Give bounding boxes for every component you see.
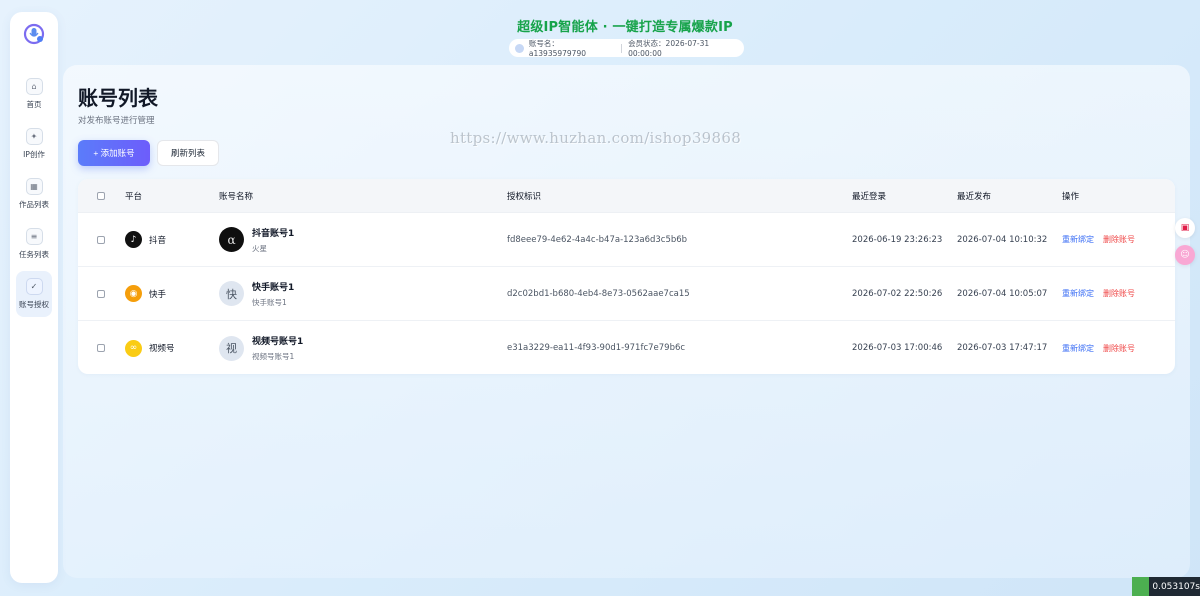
table-row: ♪ 抖音 α 抖音账号1 火星 fd8eee79-4e62-4a4c-b47a-… — [78, 213, 1175, 267]
render-timer-badge: 0.053107s — [1132, 577, 1200, 596]
last-publish: 2026-07-04 10:05:07 — [957, 288, 1048, 299]
app-title: 超级IP智能体 · 一键打造专属爆款IP — [517, 20, 733, 35]
last-login: 2026-07-02 22:50:26 — [852, 288, 943, 299]
sidebar-item-label: 作品列表 — [19, 200, 49, 209]
auth-id: e31a3229-ea11-4f93-90d1-971fc7e79b6c — [507, 343, 686, 353]
refresh-list-button[interactable]: 刷新列表 — [157, 140, 219, 166]
column-header-last-publish: 最近发布 — [957, 191, 992, 202]
accounts-table: 平台 账号名称 授权标识 最近登录 最近发布 操作 ♪ 抖音 α 抖音账号1 火… — [78, 179, 1175, 374]
account-name: 抖音账号1 — [252, 228, 295, 239]
rebind-link[interactable]: 重新绑定 — [1062, 343, 1094, 354]
column-header-auth-id: 授权标识 — [507, 191, 542, 202]
timer-logo-icon — [1132, 577, 1150, 596]
avatar: 视 — [219, 335, 244, 361]
check-icon: ✓ — [25, 278, 43, 295]
column-header-actions: 操作 — [1062, 191, 1080, 202]
avatar: 快 — [219, 281, 244, 306]
account-name: 快手账号1 — [252, 282, 295, 293]
account-name: 账号名：a13935979790 — [528, 39, 586, 58]
user-avatar-icon — [515, 43, 524, 53]
sidebar-item-label: 首页 — [26, 100, 42, 109]
delete-account-link[interactable]: 删除账号 — [1103, 234, 1135, 245]
list-icon: ≡ — [25, 228, 43, 245]
row-checkbox[interactable] — [97, 344, 105, 352]
rebind-link[interactable]: 重新绑定 — [1062, 288, 1094, 299]
column-header-platform: 平台 — [125, 191, 143, 202]
column-header-last-login: 最近登录 — [852, 191, 887, 202]
home-icon: ⌂ — [25, 78, 43, 95]
platform-name: 视频号 — [149, 344, 175, 354]
auth-id: fd8eee79-4e62-4a4c-b47a-123a6d3c5b6b — [507, 234, 688, 245]
table-row: ∞ 视频号 视 视频号账号1 视频号账号1 e31a3229-ea11-4f93… — [78, 321, 1175, 374]
grid-icon: ▦ — [25, 178, 43, 195]
sidebar-item-home[interactable]: ⌂ 首页 — [16, 71, 52, 117]
page-title: 账号列表 — [78, 86, 158, 110]
shipinhao-icon: ∞ — [125, 339, 142, 357]
sidebar-item-works[interactable]: ▦ 作品列表 — [16, 171, 52, 217]
table-row: ◉ 快手 快 快手账号1 快手账号1 d2c02bd1-b680-4eb4-8e… — [78, 267, 1175, 321]
row-checkbox[interactable] — [97, 235, 105, 244]
sidebar-item-account-auth[interactable]: ✓ 账号授权 — [16, 271, 52, 317]
render-time: 0.053107s — [1152, 581, 1200, 592]
rebind-link[interactable]: 重新绑定 — [1062, 234, 1094, 245]
kuaishou-icon: ◉ — [125, 285, 142, 302]
account-name: 视频号账号1 — [252, 337, 304, 347]
sidebar-item-label: IP创作 — [23, 150, 45, 159]
last-login: 2026-06-19 23:26:23 — [852, 234, 943, 245]
last-publish: 2026-07-03 17:47:17 — [957, 343, 1048, 353]
table-header: 平台 账号名称 授权标识 最近登录 最近发布 操作 — [78, 179, 1175, 213]
column-header-name: 账号名称 — [219, 191, 254, 202]
member-status: 会员状态：2026-07-31 00:00:00 — [628, 39, 710, 58]
support-icon[interactable]: ☺ — [1175, 245, 1195, 265]
account-nickname: 火星 — [252, 243, 267, 253]
qr-code-icon[interactable]: ▣ — [1175, 218, 1195, 238]
select-all-checkbox[interactable] — [97, 191, 105, 200]
account-status-bar: 账号名：a13935979790 会员状态：2026-07-31 00:00:0… — [509, 39, 744, 58]
sidebar-item-tasks[interactable]: ≡ 任务列表 — [16, 221, 52, 267]
divider — [621, 43, 623, 53]
delete-account-link[interactable]: 删除账号 — [1103, 288, 1135, 299]
auth-id: d2c02bd1-b680-4eb4-8e73-0562aae7ca15 — [507, 288, 690, 299]
douyin-icon: ♪ — [125, 231, 142, 248]
platform-name: 快手 — [149, 289, 167, 300]
main-panel: 账号列表 对发布账号进行管理 + 添加账号 刷新列表 https://www.h… — [63, 65, 1190, 578]
sidebar-item-label: 账号授权 — [19, 300, 49, 309]
last-publish: 2026-07-04 10:10:32 — [957, 234, 1048, 245]
sidebar: ⌂ 首页 ✦ IP创作 ▦ 作品列表 ≡ 任务列表 ✓ 账号授权 — [10, 12, 58, 583]
last-login: 2026-07-03 17:00:46 — [852, 343, 943, 353]
platform-name: 抖音 — [149, 235, 167, 246]
avatar: α — [219, 227, 244, 252]
row-checkbox[interactable] — [97, 289, 105, 298]
sidebar-item-ip-create[interactable]: ✦ IP创作 — [16, 121, 52, 167]
account-nickname: 快手账号1 — [252, 297, 287, 307]
watermark-text: https://www.huzhan.com/ishop39868 — [450, 129, 742, 147]
sparkle-icon: ✦ — [25, 128, 43, 145]
page-subtitle: 对发布账号进行管理 — [78, 116, 155, 126]
account-nickname: 视频号账号1 — [252, 352, 295, 361]
add-account-button[interactable]: + 添加账号 — [78, 140, 150, 166]
delete-account-link[interactable]: 删除账号 — [1103, 343, 1135, 354]
sidebar-item-label: 任务列表 — [19, 250, 49, 259]
